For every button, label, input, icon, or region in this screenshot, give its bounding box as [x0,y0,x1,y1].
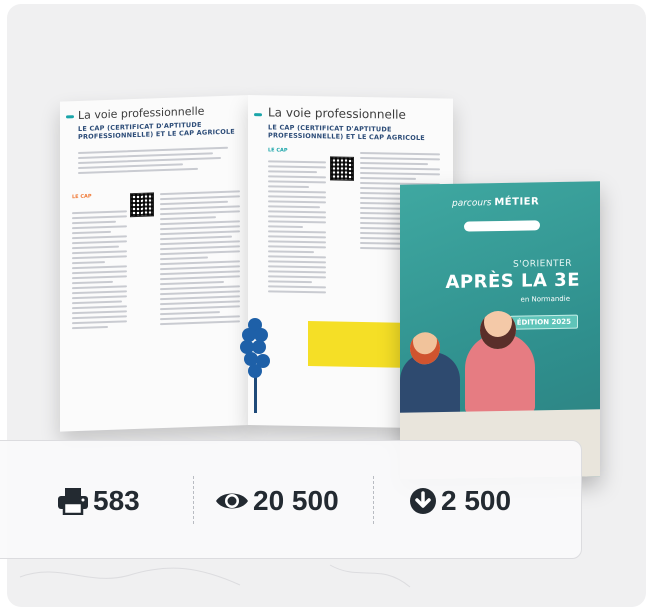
brochure-cover: parcours MÉTIER S'ORIENTER APRÈS LA 3E e… [400,181,600,480]
cover-agency-badge [464,220,540,232]
right-page-title: La voie professionnelle [268,105,406,122]
cover-line2: APRÈS LA 3E [445,269,581,293]
plant-decoration [238,318,272,413]
text-column [72,207,127,332]
left-page-subtitle: LE CAP (CERTIFICAT D'APTITUDE PROFESSION… [78,120,235,142]
divider [373,476,374,524]
download-count: 2 500 [409,485,511,517]
qr-code [130,192,154,218]
download-count-value: 2 500 [441,485,512,516]
divider [193,476,194,524]
left-page-title: La voie professionnelle [78,104,205,123]
teal-bullet [66,115,74,119]
download-icon [409,487,437,515]
text-block [78,144,228,177]
view-count: 20 500 [215,485,339,517]
cover-line1: S'ORIENTER [512,258,572,270]
brochure-left-page: La voie professionnelle LE CAP (CERTIFIC… [60,95,250,432]
cover-logo: parcours MÉTIER [452,196,540,209]
background-doodle [19,564,411,588]
qr-code [330,156,354,181]
printer-icon [57,487,89,515]
cover-edition-badge: ÉDITION 2025 [509,314,578,330]
section-heading: LE CAP [268,147,288,154]
view-count-value: 20 500 [253,485,339,516]
print-count: 583 [57,485,140,517]
teal-bullet [254,113,262,117]
cover-line3: en Normandie [520,294,570,304]
eye-icon [215,489,249,513]
right-page-subtitle: LE CAP (CERTIFICAT D'APTITUDE PROFESSION… [268,123,425,143]
text-column [160,187,240,328]
section-heading: LE CAP [72,193,92,201]
text-column [268,157,326,296]
stats-bar: 583 20 500 2 500 [0,440,582,559]
print-count-value: 583 [93,485,140,516]
